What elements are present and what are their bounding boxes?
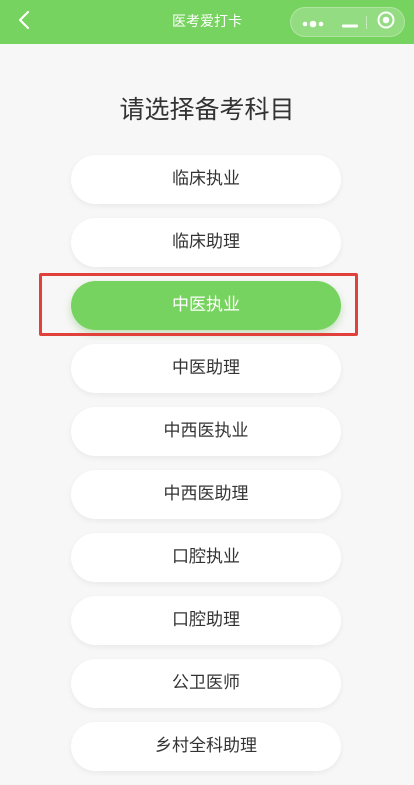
- target-close-icon: [377, 11, 395, 33]
- subject-option-button[interactable]: 临床助理: [71, 218, 341, 267]
- minimize-icon: [342, 13, 358, 32]
- minimize-button[interactable]: [333, 8, 367, 36]
- subject-option-button[interactable]: 中西医执业: [71, 407, 341, 456]
- page-title: 请选择备考科目: [119, 95, 295, 124]
- navigation-bar: 医考爱打卡: [0, 0, 414, 44]
- subject-list: 临床执业临床助理中医执业中医助理中西医执业中西医助理口腔执业口腔助理公卫医师乡村…: [71, 155, 341, 785]
- back-button[interactable]: [8, 6, 40, 38]
- chevron-left-icon: [17, 10, 31, 34]
- subject-option-button[interactable]: 临床执业: [71, 155, 341, 204]
- subject-option-button[interactable]: 公卫医师: [71, 659, 341, 708]
- subject-option-button[interactable]: 中西医助理: [71, 470, 341, 519]
- close-button[interactable]: [369, 8, 403, 36]
- more-button[interactable]: [295, 8, 331, 36]
- subject-option-button[interactable]: 中医执业: [71, 281, 341, 330]
- more-dots-icon: [302, 13, 324, 32]
- subject-option-button[interactable]: 口腔助理: [71, 596, 341, 645]
- subject-option-button[interactable]: 中医助理: [71, 344, 341, 393]
- mini-program-capsule: [290, 7, 405, 37]
- subject-option-button[interactable]: 口腔执业: [71, 533, 341, 582]
- subject-option-button[interactable]: 乡村全科助理: [71, 722, 341, 771]
